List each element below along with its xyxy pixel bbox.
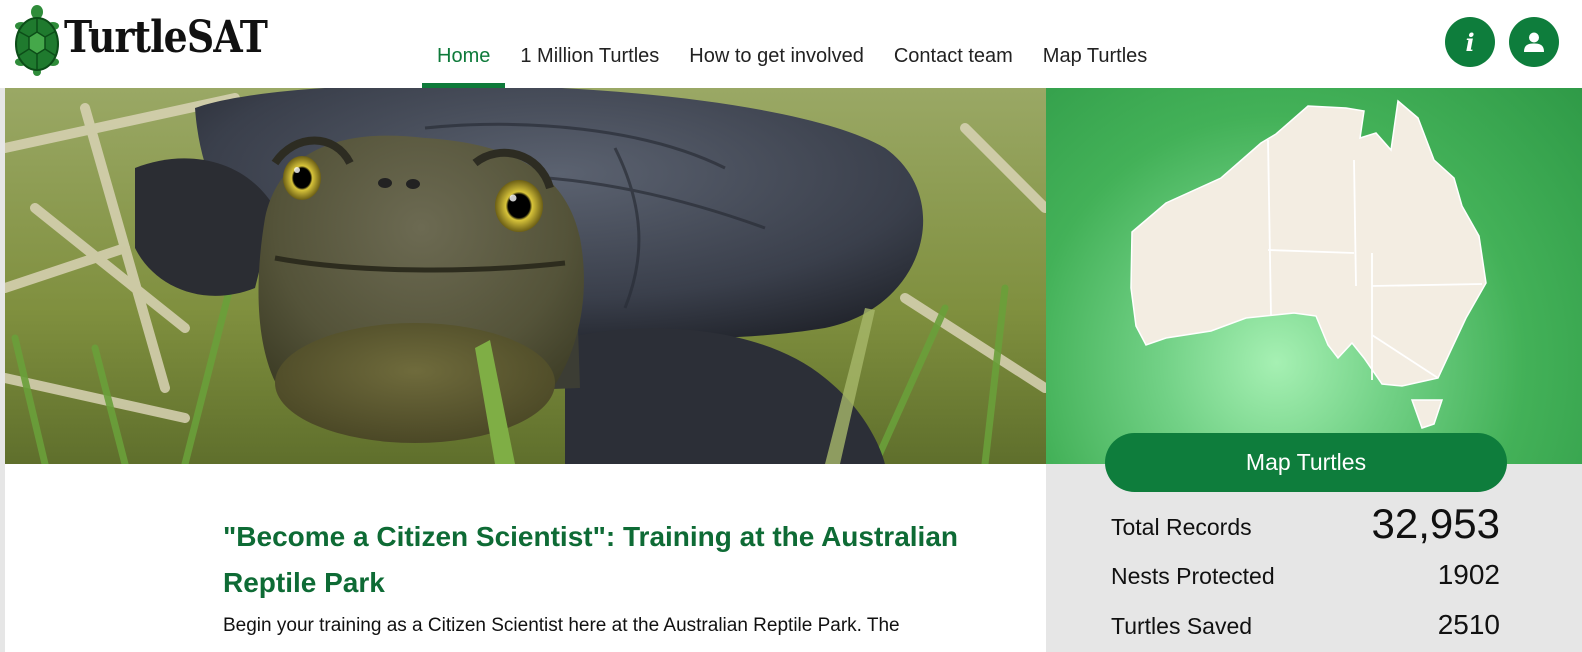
- user-icon: [1524, 32, 1544, 52]
- nav-contact-team[interactable]: Contact team: [879, 0, 1028, 88]
- nav-map-turtles[interactable]: Map Turtles: [1028, 0, 1162, 88]
- logo[interactable]: TurtleSAT: [12, 4, 300, 76]
- info-button[interactable]: i: [1445, 17, 1495, 67]
- map-turtles-button[interactable]: Map Turtles: [1105, 433, 1507, 492]
- nav-1-million-turtles[interactable]: 1 Million Turtles: [505, 0, 674, 88]
- stat-value-nests-protected: 1902: [1437, 559, 1500, 590]
- stat-label-turtles-saved: Turtles Saved: [1111, 613, 1253, 639]
- turtle-photo-image: [5, 88, 1046, 464]
- article-title[interactable]: "Become a Citizen Scientist": Training a…: [223, 514, 1043, 606]
- brand-name: TurtleSAT: [64, 11, 268, 63]
- australia-map: [1130, 99, 1487, 429]
- stat-label-nests-protected: Nests Protected: [1111, 563, 1275, 589]
- stat-label-total-records: Total Records: [1111, 514, 1252, 540]
- turtle-logo-icon: [15, 5, 59, 76]
- user-account-button[interactable]: [1509, 17, 1559, 67]
- hero-turtle-photo: [5, 88, 1046, 464]
- info-icon: i: [1465, 27, 1475, 57]
- article-excerpt: Begin your training as a Citizen Scienti…: [223, 615, 900, 636]
- stat-value-turtles-saved: 2510: [1437, 609, 1500, 640]
- australia-map-panel[interactable]: [1046, 88, 1582, 464]
- nav-how-to-get-involved[interactable]: How to get involved: [674, 0, 879, 88]
- site-header: TurtleSAT Home 1 Million Turtles How to …: [0, 0, 1582, 88]
- nav-home[interactable]: Home: [422, 0, 506, 88]
- stat-value-total-records: 32,953: [1371, 500, 1500, 547]
- article-section: "Become a Citizen Scientist": Training a…: [5, 464, 1046, 652]
- main-nav: Home 1 Million Turtles How to get involv…: [422, 0, 1162, 88]
